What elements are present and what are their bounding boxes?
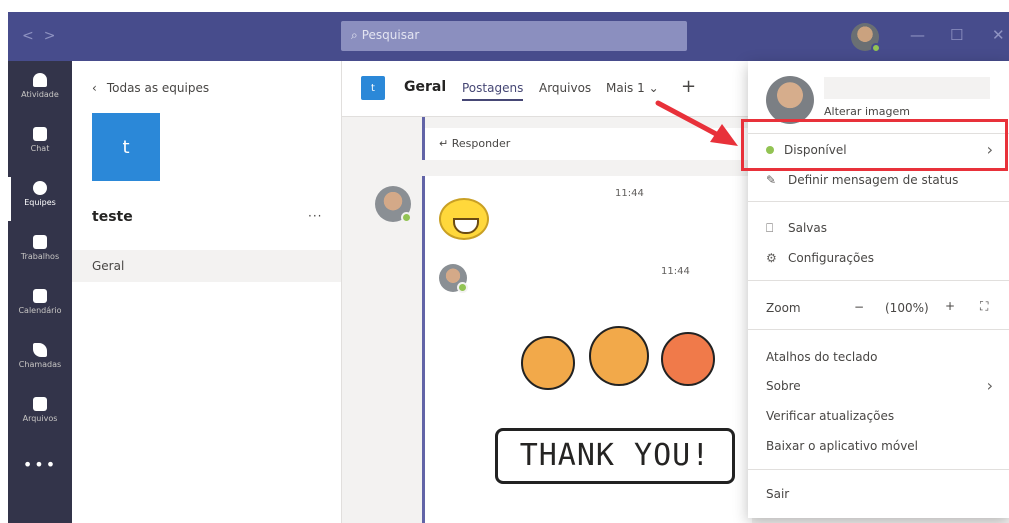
chevron-right-icon: › [986, 376, 993, 395]
set-status-message-item[interactable]: ✎ Definir mensagem de status [748, 173, 1009, 187]
rail-label: Equipes [24, 198, 56, 207]
close-window-button[interactable]: ✕ [992, 26, 1005, 44]
chat-icon [33, 127, 47, 141]
user-name-redacted [824, 77, 990, 99]
all-teams-link[interactable]: ‹ Todas as equipes [92, 81, 209, 95]
bookmark-icon: ⎕ [766, 221, 774, 235]
message-avatar[interactable] [439, 264, 468, 293]
calendar-icon [33, 289, 47, 303]
sticker-character [661, 332, 715, 386]
reply-label: Responder [451, 137, 511, 150]
check-updates-item[interactable]: Verificar atualizações [748, 409, 1009, 423]
team-avatar: t [92, 113, 160, 181]
team-more-button[interactable]: ··· [308, 209, 322, 223]
presence-dot [871, 43, 881, 53]
teams-icon [33, 181, 47, 195]
zoom-value: (100%) [885, 301, 929, 315]
rail-item-trabalhos[interactable]: Trabalhos [8, 227, 72, 279]
saved-item[interactable]: ⎕ Salvas [748, 221, 1009, 236]
search-placeholder: Pesquisar [361, 28, 420, 42]
edit-status-icon: ✎ [766, 173, 777, 187]
reply-icon: ↵ [439, 137, 452, 150]
files-icon [33, 397, 47, 411]
reply-button[interactable]: ↵ Responder [422, 128, 762, 160]
divider [748, 469, 1009, 470]
saved-label: Salvas [788, 221, 828, 235]
tab-mais[interactable]: Mais 1 ⌄ [606, 81, 659, 95]
zoom-label: Zoom [766, 301, 801, 315]
settings-label: Configurações [788, 251, 874, 265]
presence-dot [401, 212, 412, 223]
thank-you-sticker: THANK YOU! [481, 296, 741, 506]
rail-item-calendario[interactable]: Calendário [8, 281, 72, 333]
chevron-left-icon: ‹ [92, 81, 97, 95]
message-card[interactable]: 11:44 [422, 176, 752, 256]
minimize-button[interactable]: — [910, 26, 925, 44]
grinning-emoji [439, 198, 489, 240]
tab-mais-label: Mais 1 [606, 81, 645, 95]
assignments-icon [33, 235, 47, 249]
keyboard-shortcuts-item[interactable]: Atalhos do teclado [748, 350, 1009, 364]
message-time: 11:44 [615, 188, 644, 199]
sticker-character [589, 326, 649, 386]
zoom-row: Zoom [748, 301, 1009, 315]
add-tab-button[interactable]: + [681, 76, 696, 97]
forward-arrow-icon[interactable]: > [44, 28, 66, 44]
tab-postagens[interactable]: Postagens [462, 81, 524, 101]
presence-dot [457, 282, 468, 293]
rail-item-arquivos[interactable]: Arquivos [8, 389, 72, 441]
sticker-text: THANK YOU! [495, 428, 735, 484]
back-arrow-icon[interactable]: < [22, 28, 44, 44]
channel-title: Geral [404, 79, 447, 95]
rail-label: Arquivos [22, 414, 58, 423]
divider [748, 201, 1009, 202]
team-name: teste [92, 209, 133, 225]
app-bar: Atividade Chat Equipes Trabalhos Calendá… [8, 61, 72, 523]
maximize-button[interactable]: ☐ [950, 26, 963, 44]
team-panel: ‹ Todas as equipes t teste ··· Geral [72, 61, 342, 523]
profile-avatar-button[interactable] [851, 23, 881, 53]
rail-item-atividade[interactable]: Atividade [8, 65, 72, 117]
channel-avatar: t [361, 76, 385, 100]
channel-item-geral[interactable]: Geral [72, 250, 341, 282]
fullscreen-icon[interactable]: ⛶ [980, 299, 988, 314]
gear-icon: ⚙ [766, 251, 777, 265]
zoom-out-button[interactable]: − [854, 300, 864, 314]
rail-label: Calendário [18, 306, 62, 315]
rail-item-chamadas[interactable]: Chamadas [8, 335, 72, 387]
chevron-down-icon: ⌄ [648, 81, 659, 95]
rail-item-chat[interactable]: Chat [8, 119, 72, 171]
sign-out-item[interactable]: Sair [748, 487, 1009, 501]
rail-label: Atividade [21, 90, 59, 99]
sticker-character [521, 336, 575, 390]
rail-item-equipes[interactable]: Equipes [8, 173, 72, 225]
about-item[interactable]: Sobre › [748, 376, 1009, 395]
download-mobile-app-item[interactable]: Baixar o aplicativo móvel [748, 439, 1009, 453]
search-icon: ⌕ [351, 28, 358, 42]
message-time: 11:44 [661, 266, 690, 277]
search-input[interactable]: ⌕ Pesquisar [341, 21, 687, 51]
rail-label: Chamadas [18, 360, 62, 369]
settings-item[interactable]: ⚙ Configurações [748, 251, 1009, 265]
message-avatar[interactable] [375, 186, 412, 223]
set-status-label: Definir mensagem de status [788, 173, 959, 187]
rail-label: Trabalhos [20, 252, 60, 261]
change-image-link[interactable]: Alterar imagem [824, 105, 910, 118]
divider [748, 280, 1009, 281]
more-apps-button[interactable]: ••• [8, 455, 72, 474]
about-label: Sobre [766, 379, 801, 393]
rail-label: Chat [30, 144, 50, 153]
annotation-highlight-box [741, 119, 1008, 171]
tab-arquivos[interactable]: Arquivos [539, 81, 591, 95]
nav-arrows: <> [22, 28, 65, 44]
bell-icon [33, 73, 47, 87]
message-card[interactable]: 11:44 THANK YOU! [422, 256, 752, 523]
zoom-in-button[interactable]: + [945, 299, 955, 313]
divider [748, 329, 1009, 330]
phone-icon [33, 343, 47, 357]
all-teams-label: Todas as equipes [106, 81, 210, 95]
menu-avatar[interactable] [766, 76, 814, 124]
title-bar: <> ⌕ Pesquisar — ☐ ✕ [8, 12, 1009, 61]
